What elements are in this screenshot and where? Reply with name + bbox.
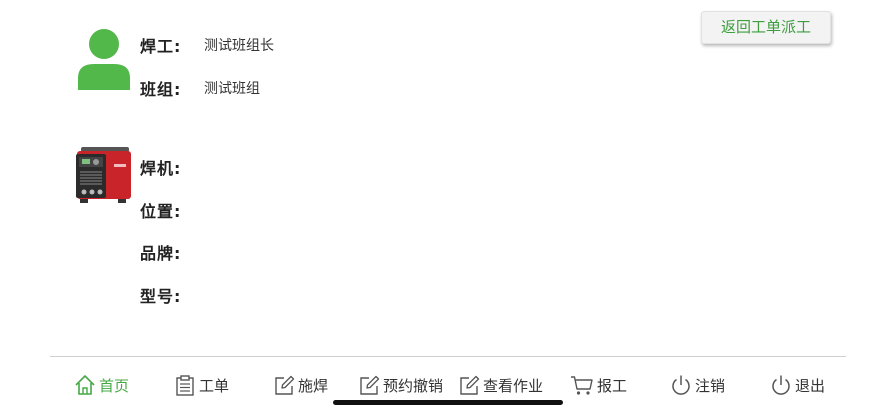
nav-item-exit[interactable]: 退出 (770, 372, 825, 398)
nav-item-welding[interactable]: 施焊 (273, 372, 328, 398)
edit-icon (460, 375, 480, 395)
nav-item-label: 首页 (99, 376, 130, 395)
nav-item-label: 报工 (597, 376, 628, 395)
welder-label: 焊工: (140, 37, 182, 56)
return-to-work-order-button[interactable]: 返回工单派工 (701, 11, 831, 44)
power-icon (672, 375, 690, 395)
home-indicator-bar[interactable] (333, 400, 563, 405)
model-label: 型号: (140, 287, 182, 306)
nav-item-view-jobs[interactable]: 查看作业 (458, 372, 543, 398)
power-icon (772, 375, 790, 395)
user-avatar-icon (78, 29, 130, 90)
nav-item-label: 退出 (795, 376, 826, 395)
brand-label: 品牌: (140, 244, 182, 263)
clipboard-icon (176, 375, 194, 396)
nav-item-work-order[interactable]: 工单 (174, 372, 229, 398)
home-icon (75, 375, 95, 395)
nav-item-label: 注销 (695, 376, 726, 395)
nav-item-report-work[interactable]: 报工 (570, 372, 627, 398)
welder-value: 测试班组长 (204, 38, 274, 54)
nav-item-cancel-reservation[interactable]: 预约撤销 (358, 372, 443, 398)
cart-icon (571, 376, 593, 395)
nav-item-label: 施焊 (298, 376, 329, 395)
nav-item-label: 预约撤销 (383, 376, 444, 395)
nav-item-label: 工单 (199, 376, 230, 395)
nav-item-home[interactable]: 首页 (74, 372, 129, 398)
bottom-nav-divider (50, 356, 846, 357)
edit-icon (275, 375, 295, 395)
position-label: 位置: (140, 202, 182, 221)
welding-machine-image (76, 147, 131, 203)
team-value: 测试班组 (204, 81, 260, 97)
edit-icon (360, 375, 380, 395)
nav-item-logout[interactable]: 注销 (670, 372, 725, 398)
team-label: 班组: (140, 80, 182, 99)
nav-item-label: 查看作业 (483, 376, 544, 395)
machine-label: 焊机: (140, 159, 182, 178)
